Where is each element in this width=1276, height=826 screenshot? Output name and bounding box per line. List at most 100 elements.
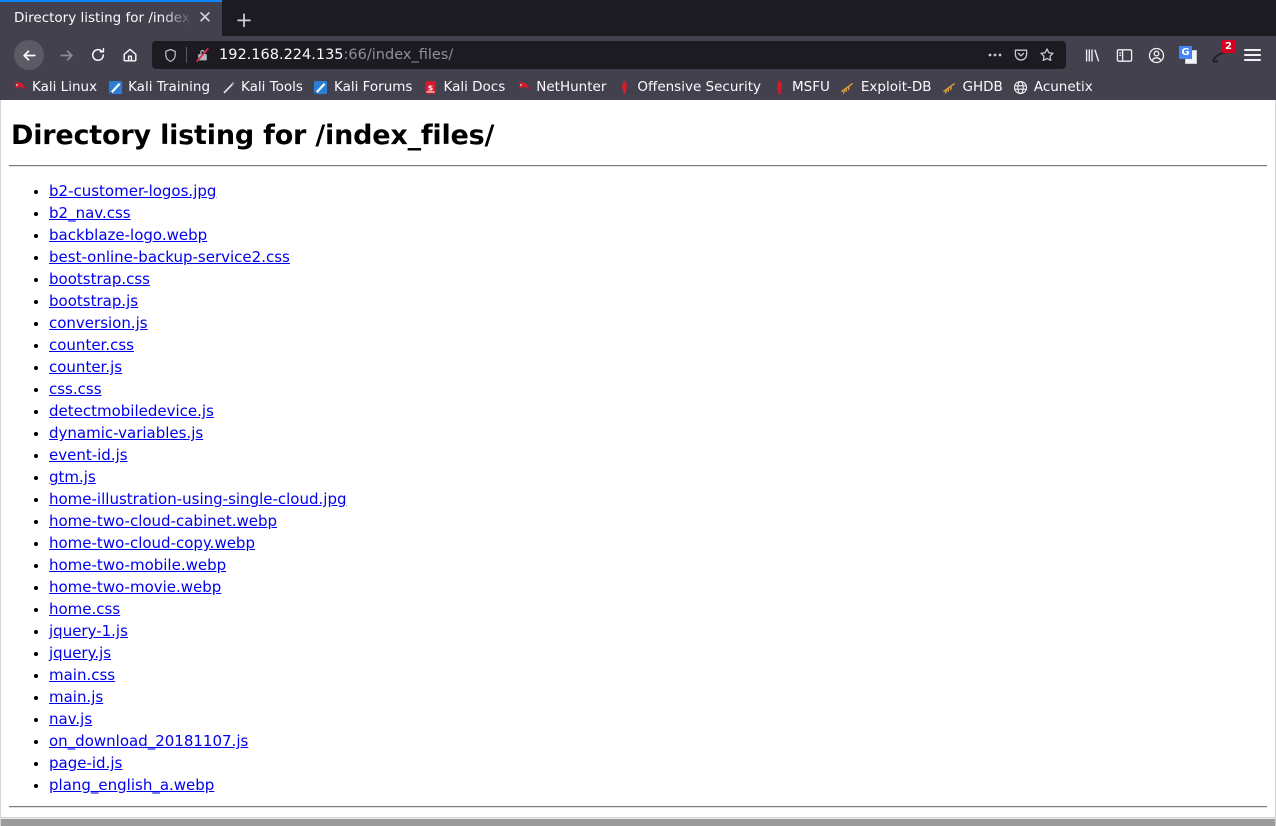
list-item: b2-customer-logos.jpg (49, 180, 1267, 202)
tab-close-icon[interactable]: ✕ (194, 7, 216, 29)
bookmark-kali-docs[interactable]: s Kali Docs (417, 76, 510, 98)
file-link[interactable]: page-id.js (49, 754, 122, 772)
file-link[interactable]: dynamic-variables.js (49, 424, 203, 442)
directory-listing-page: Directory listing for /index_files/ b2-c… (1, 100, 1275, 808)
address-bar[interactable]: 192.168.224.135:66/index_files/ (152, 41, 1066, 69)
bookmark-label: Acunetix (1033, 79, 1093, 95)
hamburger-glyph (1243, 49, 1261, 61)
file-link[interactable]: event-id.js (49, 446, 128, 464)
file-link[interactable]: main.css (49, 666, 115, 684)
star-icon[interactable] (1034, 43, 1060, 67)
list-item: conversion.js (49, 312, 1267, 334)
file-link[interactable]: css.css (49, 380, 102, 398)
extension-icon[interactable]: 2 (1204, 39, 1236, 71)
list-item: on_download_20181107.js (49, 730, 1267, 752)
file-link[interactable]: plang_english_a.webp (49, 776, 214, 794)
url-text[interactable]: 192.168.224.135:66/index_files/ (211, 47, 982, 63)
ghdb-icon (942, 79, 958, 95)
msfu-icon (771, 79, 787, 95)
kali-training-icon (107, 79, 123, 95)
bookmark-label: Kali Training (128, 79, 211, 95)
google-translate-extension-icon[interactable]: G (1172, 39, 1204, 71)
ellipsis-icon[interactable] (982, 43, 1008, 67)
file-link[interactable]: home-two-movie.webp (49, 578, 221, 596)
list-item: home-two-cloud-copy.webp (49, 532, 1267, 554)
file-link[interactable]: counter.js (49, 358, 122, 376)
list-item: gtm.js (49, 466, 1267, 488)
sidebar-icon[interactable] (1108, 39, 1140, 71)
file-link[interactable]: main.js (49, 688, 103, 706)
list-item: jquery-1.js (49, 620, 1267, 642)
browser-window: Directory listing for /index_files/ ✕ + (0, 0, 1276, 826)
bookmark-nethunter[interactable]: NetHunter (510, 76, 611, 98)
acunetix-icon (1013, 79, 1029, 95)
list-item: counter.css (49, 334, 1267, 356)
kali-tools-icon (220, 79, 236, 95)
bookmark-kali-linux[interactable]: Kali Linux (6, 76, 102, 98)
list-item: main.js (49, 686, 1267, 708)
bookmark-ghdb[interactable]: GHDB (937, 76, 1008, 98)
bookmark-label: Kali Forums (333, 79, 413, 95)
file-link[interactable]: best-online-backup-service2.css (49, 248, 290, 266)
list-item: home-two-mobile.webp (49, 554, 1267, 576)
reload-button[interactable] (82, 39, 114, 71)
nethunter-icon (515, 79, 531, 95)
bookmark-kali-tools[interactable]: Kali Tools (215, 76, 308, 98)
file-link[interactable]: b2_nav.css (49, 204, 131, 222)
file-link[interactable]: backblaze-logo.webp (49, 226, 207, 244)
file-link[interactable]: bootstrap.css (49, 270, 150, 288)
file-link[interactable]: home.css (49, 600, 120, 618)
new-tab-button[interactable]: + (226, 4, 262, 36)
bookmark-kali-training[interactable]: Kali Training (102, 76, 215, 98)
file-link[interactable]: detectmobiledevice.js (49, 402, 214, 420)
account-icon[interactable] (1140, 39, 1172, 71)
file-link[interactable]: home-illustration-using-single-cloud.jpg (49, 490, 347, 508)
library-icon[interactable] (1076, 39, 1108, 71)
bookmark-label: Kali Linux (32, 79, 98, 95)
bottom-divider (9, 806, 1267, 808)
file-link[interactable]: jquery.js (49, 644, 111, 662)
forward-button[interactable] (50, 39, 82, 71)
svg-text:s: s (428, 82, 433, 92)
list-item: bootstrap.js (49, 290, 1267, 312)
list-item: main.css (49, 664, 1267, 686)
home-button[interactable] (114, 39, 146, 71)
list-item: home-illustration-using-single-cloud.jpg (49, 488, 1267, 510)
file-link[interactable]: nav.js (49, 710, 92, 728)
bookmark-exploit-db[interactable]: Exploit-DB (835, 76, 937, 98)
horizontal-scrollbar-thumb[interactable] (1, 819, 1275, 826)
kali-dragon-icon (11, 79, 27, 95)
file-link[interactable]: home-two-mobile.webp (49, 556, 226, 574)
tab-directory-listing[interactable]: Directory listing for /index_files/ ✕ (0, 0, 222, 36)
file-link[interactable]: jquery-1.js (49, 622, 128, 640)
file-link[interactable]: b2-customer-logos.jpg (49, 182, 216, 200)
file-link[interactable]: home-two-cloud-cabinet.webp (49, 512, 277, 530)
list-item: dynamic-variables.js (49, 422, 1267, 444)
file-link[interactable]: conversion.js (49, 314, 148, 332)
back-button[interactable] (14, 40, 44, 70)
page-viewport: Directory listing for /index_files/ b2-c… (0, 100, 1276, 826)
file-link[interactable]: on_download_20181107.js (49, 732, 248, 750)
list-item: home-two-cloud-cabinet.webp (49, 510, 1267, 532)
offensive-security-icon (616, 79, 632, 95)
file-link[interactable]: counter.css (49, 336, 134, 354)
urlbar-divider (186, 47, 187, 63)
bookmark-acunetix[interactable]: Acunetix (1008, 76, 1098, 98)
bookmark-label: MSFU (792, 79, 830, 95)
bookmark-kali-forums[interactable]: Kali Forums (308, 76, 418, 98)
file-link[interactable]: gtm.js (49, 468, 96, 486)
pocket-icon[interactable] (1008, 43, 1034, 67)
google-translate-glyph: G (1179, 46, 1197, 64)
exploit-db-icon (840, 79, 856, 95)
hamburger-menu-icon[interactable] (1236, 39, 1268, 71)
bookmark-offensive-security[interactable]: Offensive Security (611, 76, 766, 98)
bookmark-msfu[interactable]: MSFU (766, 76, 835, 98)
tab-active-indicator (0, 0, 222, 2)
bookmark-label: GHDB (962, 79, 1003, 95)
shield-icon[interactable] (160, 45, 180, 65)
tab-strip: Directory listing for /index_files/ ✕ + (0, 0, 1276, 36)
horizontal-scrollbar[interactable] (1, 817, 1275, 826)
file-link[interactable]: home-two-cloud-copy.webp (49, 534, 255, 552)
broken-lock-icon[interactable] (193, 46, 211, 64)
file-link[interactable]: bootstrap.js (49, 292, 138, 310)
